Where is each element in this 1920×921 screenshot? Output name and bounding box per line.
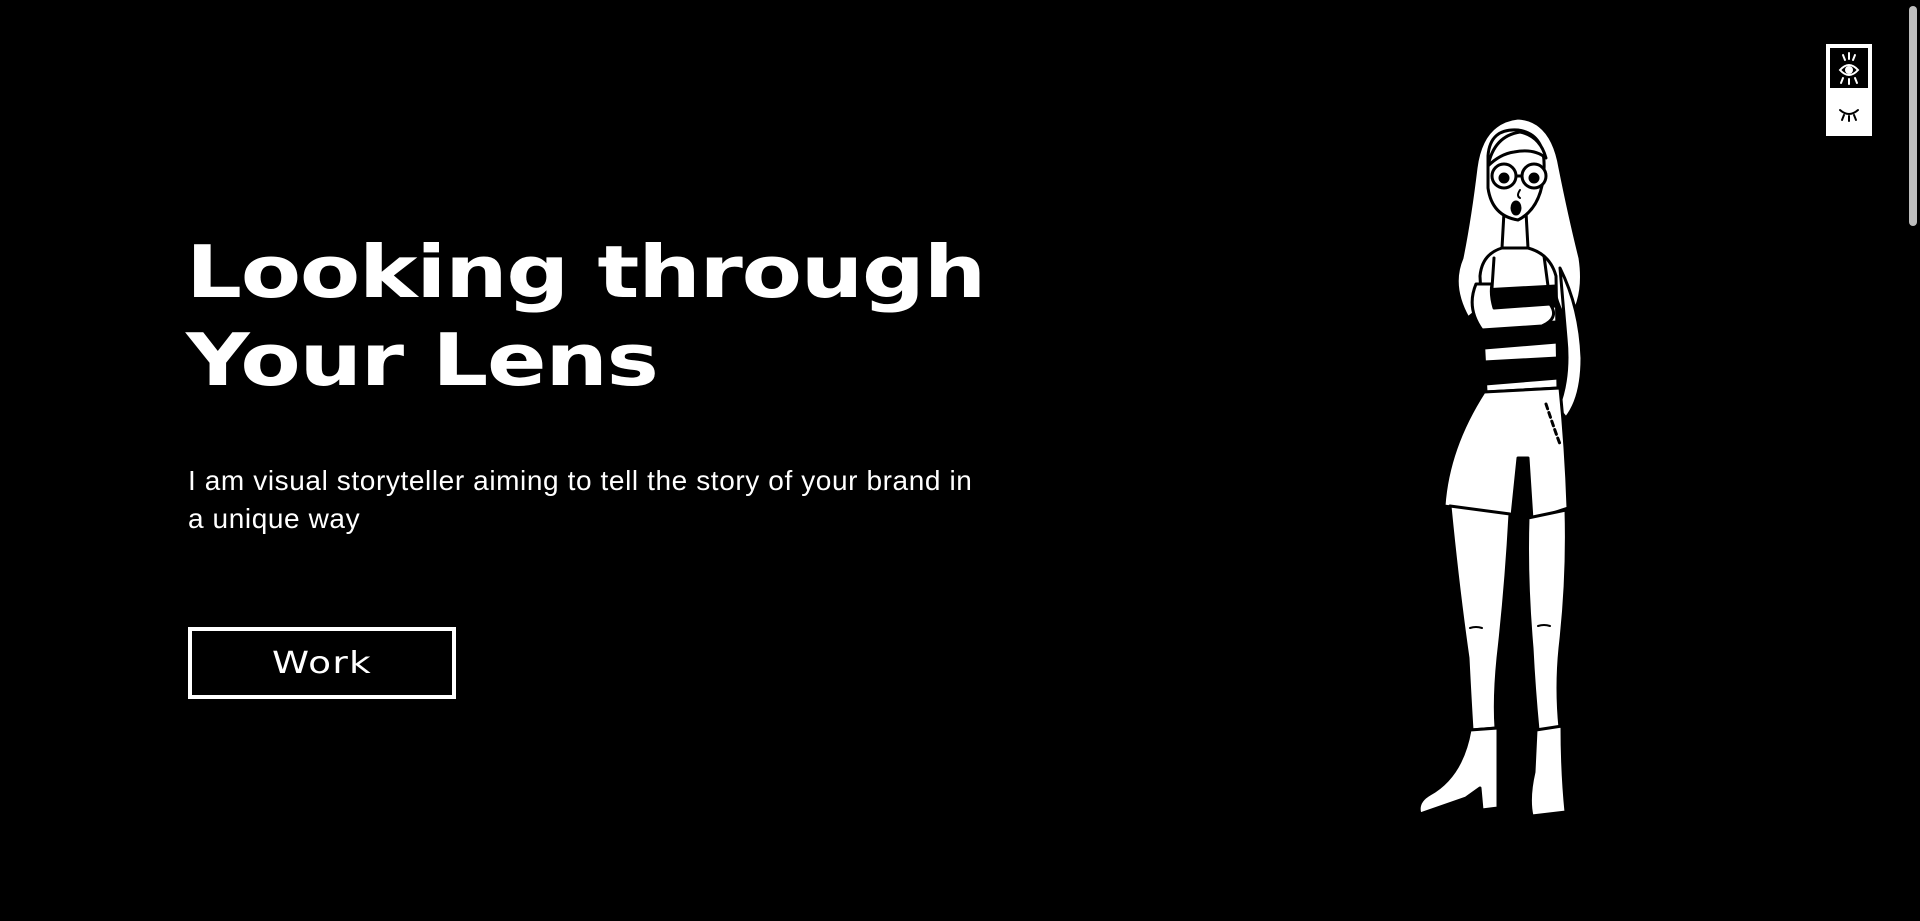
hero-page: Looking through Your Lens I am visual st… xyxy=(0,0,1920,921)
scrollbar-thumb[interactable] xyxy=(1909,6,1917,226)
hero-title-line-2: Your Lens xyxy=(186,318,659,402)
work-button[interactable]: Work xyxy=(188,627,456,699)
woman-with-glasses-illustration xyxy=(1417,116,1584,818)
theme-toggle[interactable] xyxy=(1826,44,1872,136)
light-mode-option[interactable] xyxy=(1830,93,1868,133)
open-eye-icon xyxy=(1838,52,1860,85)
hero-subtitle: I am visual storyteller aiming to tell t… xyxy=(188,465,973,534)
work-button-label: Work xyxy=(272,645,372,681)
closed-eye-icon xyxy=(1839,109,1859,122)
scrollbar[interactable] xyxy=(1906,0,1920,921)
hero-title-line-1: Looking through xyxy=(186,230,986,314)
dark-mode-option[interactable] xyxy=(1830,48,1868,88)
hero-title: Looking through Your Lens xyxy=(186,228,986,404)
